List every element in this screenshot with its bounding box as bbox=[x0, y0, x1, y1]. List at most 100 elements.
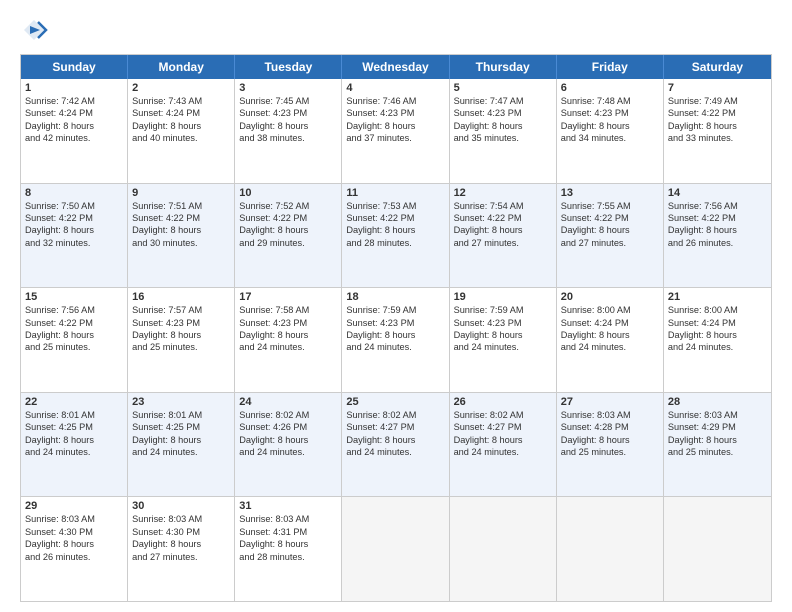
cell-line: Sunset: 4:23 PM bbox=[561, 107, 659, 119]
cell-line: Daylight: 8 hours bbox=[132, 224, 230, 236]
cell-line: Sunrise: 8:02 AM bbox=[346, 409, 444, 421]
cell-line: Sunrise: 7:58 AM bbox=[239, 304, 337, 316]
day-cell-27: 27Sunrise: 8:03 AMSunset: 4:28 PMDayligh… bbox=[557, 393, 664, 497]
cell-line: and 24 minutes. bbox=[239, 341, 337, 353]
cell-line: Sunset: 4:27 PM bbox=[346, 421, 444, 433]
cell-line: and 25 minutes. bbox=[561, 446, 659, 458]
cell-line: and 24 minutes. bbox=[454, 446, 552, 458]
day-cell-3: 3Sunrise: 7:45 AMSunset: 4:23 PMDaylight… bbox=[235, 79, 342, 183]
cell-line: and 33 minutes. bbox=[668, 132, 767, 144]
day-cell-15: 15Sunrise: 7:56 AMSunset: 4:22 PMDayligh… bbox=[21, 288, 128, 392]
calendar-body: 1Sunrise: 7:42 AMSunset: 4:24 PMDaylight… bbox=[21, 79, 771, 601]
cell-line: Sunrise: 8:03 AM bbox=[561, 409, 659, 421]
cell-line: Sunset: 4:22 PM bbox=[346, 212, 444, 224]
day-number: 11 bbox=[346, 187, 444, 199]
cell-line: Daylight: 8 hours bbox=[25, 434, 123, 446]
calendar-row-3: 22Sunrise: 8:01 AMSunset: 4:25 PMDayligh… bbox=[21, 393, 771, 498]
day-number: 26 bbox=[454, 396, 552, 408]
cell-line: Sunrise: 7:51 AM bbox=[132, 200, 230, 212]
day-number: 30 bbox=[132, 500, 230, 512]
cell-line: and 24 minutes. bbox=[239, 446, 337, 458]
cell-line: Sunrise: 7:42 AM bbox=[25, 95, 123, 107]
day-cell-7: 7Sunrise: 7:49 AMSunset: 4:22 PMDaylight… bbox=[664, 79, 771, 183]
cell-line: Sunset: 4:22 PM bbox=[668, 212, 767, 224]
cell-line: Sunset: 4:23 PM bbox=[346, 107, 444, 119]
cell-line: Sunrise: 7:46 AM bbox=[346, 95, 444, 107]
cell-line: Sunset: 4:23 PM bbox=[239, 317, 337, 329]
cell-line: Sunset: 4:24 PM bbox=[668, 317, 767, 329]
header-day-tuesday: Tuesday bbox=[235, 55, 342, 79]
cell-line: Daylight: 8 hours bbox=[132, 538, 230, 550]
cell-line: and 25 minutes. bbox=[132, 341, 230, 353]
cell-line: Sunset: 4:28 PM bbox=[561, 421, 659, 433]
day-cell-18: 18Sunrise: 7:59 AMSunset: 4:23 PMDayligh… bbox=[342, 288, 449, 392]
cell-line: Sunrise: 7:52 AM bbox=[239, 200, 337, 212]
day-number: 8 bbox=[25, 187, 123, 199]
cell-line: Sunrise: 7:43 AM bbox=[132, 95, 230, 107]
day-number: 14 bbox=[668, 187, 767, 199]
cell-line: Sunrise: 8:02 AM bbox=[239, 409, 337, 421]
day-number: 9 bbox=[132, 187, 230, 199]
day-cell-30: 30Sunrise: 8:03 AMSunset: 4:30 PMDayligh… bbox=[128, 497, 235, 601]
cell-line: Sunrise: 7:56 AM bbox=[668, 200, 767, 212]
day-cell-9: 9Sunrise: 7:51 AMSunset: 4:22 PMDaylight… bbox=[128, 184, 235, 288]
day-number: 22 bbox=[25, 396, 123, 408]
cell-line: Sunrise: 8:03 AM bbox=[25, 513, 123, 525]
day-cell-11: 11Sunrise: 7:53 AMSunset: 4:22 PMDayligh… bbox=[342, 184, 449, 288]
calendar: SundayMondayTuesdayWednesdayThursdayFrid… bbox=[20, 54, 772, 602]
cell-line: and 30 minutes. bbox=[132, 237, 230, 249]
cell-line: Daylight: 8 hours bbox=[132, 434, 230, 446]
cell-line: and 24 minutes. bbox=[454, 341, 552, 353]
header-day-friday: Friday bbox=[557, 55, 664, 79]
cell-line: Sunrise: 8:01 AM bbox=[132, 409, 230, 421]
cell-line: Daylight: 8 hours bbox=[561, 120, 659, 132]
day-number: 24 bbox=[239, 396, 337, 408]
cell-line: and 38 minutes. bbox=[239, 132, 337, 144]
day-cell-6: 6Sunrise: 7:48 AMSunset: 4:23 PMDaylight… bbox=[557, 79, 664, 183]
header-day-thursday: Thursday bbox=[450, 55, 557, 79]
calendar-row-4: 29Sunrise: 8:03 AMSunset: 4:30 PMDayligh… bbox=[21, 497, 771, 601]
cell-line: Daylight: 8 hours bbox=[454, 224, 552, 236]
cell-line: Sunset: 4:23 PM bbox=[454, 317, 552, 329]
cell-line: Daylight: 8 hours bbox=[346, 120, 444, 132]
cell-line: and 32 minutes. bbox=[25, 237, 123, 249]
day-number: 20 bbox=[561, 291, 659, 303]
cell-line: Sunrise: 7:59 AM bbox=[454, 304, 552, 316]
cell-line: Sunset: 4:22 PM bbox=[239, 212, 337, 224]
day-number: 27 bbox=[561, 396, 659, 408]
cell-line: Sunset: 4:24 PM bbox=[132, 107, 230, 119]
cell-line: Sunrise: 8:00 AM bbox=[668, 304, 767, 316]
day-number: 10 bbox=[239, 187, 337, 199]
cell-line: Daylight: 8 hours bbox=[346, 434, 444, 446]
cell-line: and 26 minutes. bbox=[668, 237, 767, 249]
cell-line: Sunrise: 8:03 AM bbox=[239, 513, 337, 525]
cell-line: Sunset: 4:23 PM bbox=[346, 317, 444, 329]
cell-line: Sunset: 4:23 PM bbox=[454, 107, 552, 119]
day-number: 25 bbox=[346, 396, 444, 408]
day-cell-14: 14Sunrise: 7:56 AMSunset: 4:22 PMDayligh… bbox=[664, 184, 771, 288]
cell-line: Daylight: 8 hours bbox=[239, 434, 337, 446]
header-day-saturday: Saturday bbox=[664, 55, 771, 79]
day-cell-22: 22Sunrise: 8:01 AMSunset: 4:25 PMDayligh… bbox=[21, 393, 128, 497]
day-cell-31: 31Sunrise: 8:03 AMSunset: 4:31 PMDayligh… bbox=[235, 497, 342, 601]
cell-line: Daylight: 8 hours bbox=[25, 120, 123, 132]
page: SundayMondayTuesdayWednesdayThursdayFrid… bbox=[0, 0, 792, 612]
day-cell-8: 8Sunrise: 7:50 AMSunset: 4:22 PMDaylight… bbox=[21, 184, 128, 288]
empty-cell bbox=[664, 497, 771, 601]
cell-line: Sunset: 4:22 PM bbox=[25, 317, 123, 329]
day-cell-2: 2Sunrise: 7:43 AMSunset: 4:24 PMDaylight… bbox=[128, 79, 235, 183]
day-number: 19 bbox=[454, 291, 552, 303]
cell-line: Sunset: 4:25 PM bbox=[25, 421, 123, 433]
cell-line: Daylight: 8 hours bbox=[239, 224, 337, 236]
cell-line: Sunset: 4:27 PM bbox=[454, 421, 552, 433]
cell-line: Sunrise: 7:47 AM bbox=[454, 95, 552, 107]
day-cell-29: 29Sunrise: 8:03 AMSunset: 4:30 PMDayligh… bbox=[21, 497, 128, 601]
cell-line: and 24 minutes. bbox=[346, 341, 444, 353]
cell-line: Sunrise: 7:48 AM bbox=[561, 95, 659, 107]
cell-line: Sunrise: 7:54 AM bbox=[454, 200, 552, 212]
day-cell-28: 28Sunrise: 8:03 AMSunset: 4:29 PMDayligh… bbox=[664, 393, 771, 497]
cell-line: Daylight: 8 hours bbox=[668, 329, 767, 341]
day-cell-10: 10Sunrise: 7:52 AMSunset: 4:22 PMDayligh… bbox=[235, 184, 342, 288]
cell-line: Sunset: 4:31 PM bbox=[239, 526, 337, 538]
cell-line: Daylight: 8 hours bbox=[561, 224, 659, 236]
